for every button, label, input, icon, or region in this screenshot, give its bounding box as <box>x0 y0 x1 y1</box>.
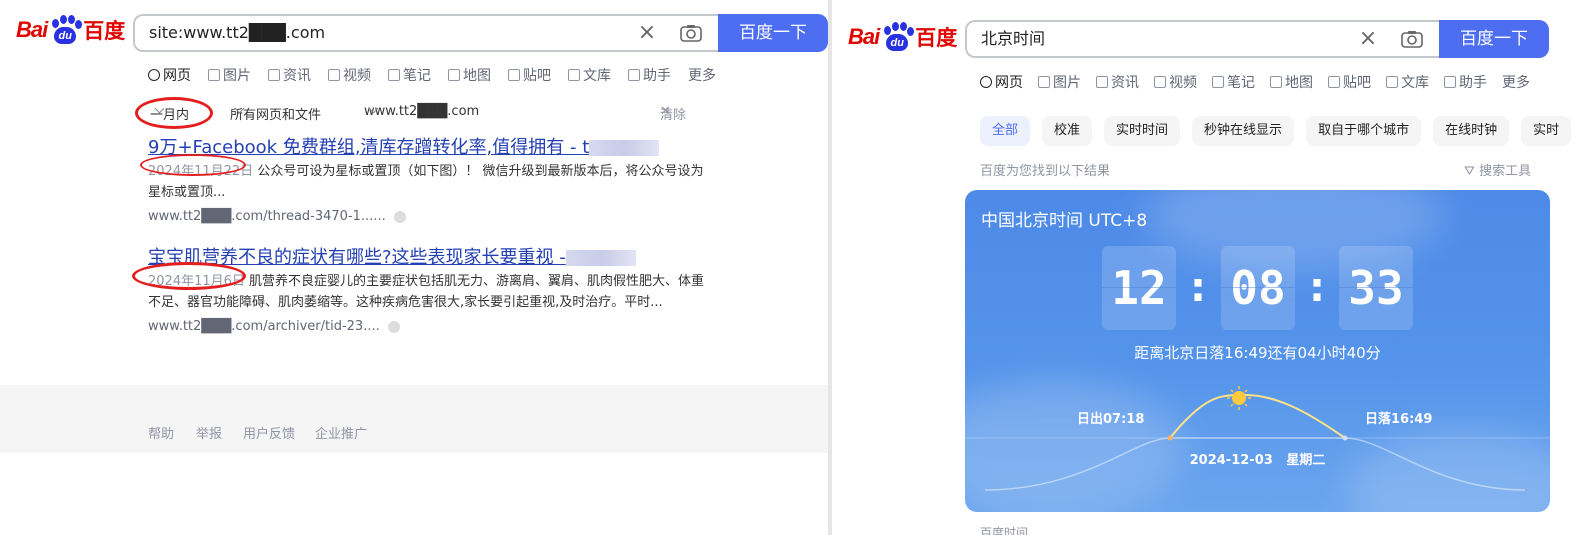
tab-assistant[interactable]: 助手 <box>1444 72 1487 92</box>
red-annotation-circle <box>135 97 213 129</box>
wenku-icon <box>568 69 580 81</box>
footer-business-link[interactable]: 企业推广 <box>315 423 367 442</box>
search-input[interactable]: 北京时间 <box>981 22 1045 56</box>
tab-images[interactable]: 图片 <box>208 65 251 85</box>
chip[interactable]: 实时 <box>1521 116 1572 146</box>
result-url[interactable]: www.tt2███.com/thread-3470-1...... <box>148 209 708 224</box>
camera-icon[interactable] <box>680 24 702 42</box>
sunset-label: 日落16:49 <box>1365 412 1433 427</box>
related-chips: 全部 校准 实时时间 秒钟在线显示 取自于哪个城市 在线时钟 实时 <box>980 116 1583 146</box>
chip[interactable]: 校准 <box>1042 116 1093 146</box>
site-filter[interactable]: www.tt2███.com <box>364 103 479 119</box>
tab-more[interactable]: 更多 <box>1502 72 1530 92</box>
notes-icon <box>388 69 400 81</box>
ai-icon <box>628 69 640 81</box>
notes-icon <box>1212 76 1224 88</box>
image-icon <box>208 69 220 81</box>
footer-feedback-link[interactable]: 用户反馈 <box>243 423 295 442</box>
search-icon <box>148 69 160 81</box>
tab-wenku[interactable]: 文库 <box>1386 72 1429 92</box>
search-box[interactable]: 北京时间 × <box>965 20 1439 58</box>
tab-notes[interactable]: 笔记 <box>1212 72 1255 92</box>
beijing-time-card: 中国北京时间 UTC+8 12 : 08 : 33 距离北京日落16:49还有0… <box>965 190 1550 512</box>
red-annotation-circle <box>140 154 246 176</box>
left-browser-pane: Bai du 百度 site:www.tt2███.com × 百度一下 网页 … <box>0 0 828 535</box>
baidu-logo[interactable]: Bai du 百度 <box>16 15 125 45</box>
tieba-icon <box>1328 76 1340 88</box>
type-filter[interactable]: 所有网页和文件 <box>230 103 321 123</box>
search-input[interactable]: site:www.tt2███.com <box>149 16 325 50</box>
chip[interactable]: 取自于哪个城市 <box>1306 116 1422 146</box>
result-url[interactable]: www.tt2███.com/archiver/tid-23.... <box>148 319 708 334</box>
tab-video[interactable]: 视频 <box>328 65 371 85</box>
chevron-down-icon[interactable] <box>387 320 400 333</box>
sun-icon <box>1227 386 1251 410</box>
tab-tieba[interactable]: 贴吧 <box>508 65 551 85</box>
card-source-label: 百度时间 <box>980 526 1029 535</box>
tab-web[interactable]: 网页 <box>980 72 1023 92</box>
video-icon <box>1154 76 1166 88</box>
footer-report-link[interactable]: 举报 <box>196 423 222 442</box>
sunrise-marker <box>1167 435 1173 441</box>
clear-icon[interactable]: × <box>636 22 658 44</box>
chip[interactable]: 在线时钟 <box>1433 116 1510 146</box>
chip[interactable]: 实时时间 <box>1104 116 1181 146</box>
search-tabs: 网页 图片 资讯 视频 笔记 地图 贴吧 文库 助手 更多 <box>148 65 733 85</box>
wenku-icon <box>1386 76 1398 88</box>
search-result: 9万+Facebook 免费群组,清库存蹭转化率,值得拥有 - t 2024年1… <box>148 133 708 224</box>
date-line: 2024-12-03 星期二 <box>1189 453 1326 468</box>
clear-icon[interactable]: × <box>1357 28 1379 50</box>
ai-icon <box>1444 76 1456 88</box>
tab-assistant[interactable]: 助手 <box>628 65 671 85</box>
tab-tieba[interactable]: 贴吧 <box>1328 72 1371 92</box>
search-icon <box>980 76 992 88</box>
tab-map[interactable]: 地图 <box>1270 72 1313 92</box>
camera-icon[interactable] <box>1401 30 1423 48</box>
search-tabs: 网页 图片 资讯 视频 笔记 地图 贴吧 文库 助手 更多 <box>980 72 1547 92</box>
baidu-paw-icon: du <box>880 22 915 52</box>
right-browser-pane: Bai du 百度 北京时间 × 百度一下 网页 图片 资讯 视频 笔记 地图 … <box>832 0 1587 535</box>
tab-wenku[interactable]: 文库 <box>568 65 611 85</box>
search-result: 宝宝肌营养不良的症状有哪些?这些表现家长要重视 - 2024年11月6日 肌营养… <box>148 243 708 334</box>
tab-news[interactable]: 资讯 <box>1096 72 1139 92</box>
sunset-marker <box>1342 435 1348 441</box>
search-button[interactable]: 百度一下 <box>1439 20 1549 58</box>
search-box[interactable]: site:www.tt2███.com × <box>133 14 718 52</box>
result-title-link[interactable]: 宝宝肌营养不良的症状有哪些?这些表现家长要重视 - <box>148 243 708 269</box>
baidu-logo[interactable]: Bai du 百度 <box>848 22 957 52</box>
sunrise-label: 日出07:18 <box>1077 412 1145 427</box>
map-icon <box>448 69 460 81</box>
tieba-icon <box>508 69 520 81</box>
tab-notes[interactable]: 笔记 <box>388 65 431 85</box>
result-title-link[interactable]: 9万+Facebook 免费群组,清库存蹭转化率,值得拥有 - t <box>148 133 708 159</box>
filter-icon: ⛛ <box>1464 164 1480 179</box>
tab-more[interactable]: 更多 <box>688 65 716 85</box>
results-count-text: 百度为您找到以下结果 <box>980 164 1111 179</box>
news-icon <box>268 69 280 81</box>
footer-help-link[interactable]: 帮助 <box>148 423 174 442</box>
chip[interactable]: 秒钟在线显示 <box>1192 116 1295 146</box>
red-annotation-circle <box>132 262 246 290</box>
chevron-down-icon[interactable] <box>393 210 406 223</box>
tab-images[interactable]: 图片 <box>1038 72 1081 92</box>
video-icon <box>328 69 340 81</box>
tab-web[interactable]: 网页 <box>148 65 191 85</box>
chip-all[interactable]: 全部 <box>980 116 1031 146</box>
page-footer: 帮助 举报 用户反馈 企业推广 <box>0 385 828 453</box>
news-icon <box>1096 76 1108 88</box>
search-tools-button[interactable]: ⛛ 搜索工具 <box>1464 160 1531 179</box>
map-icon <box>1270 76 1282 88</box>
tab-map[interactable]: 地图 <box>448 65 491 85</box>
image-icon <box>1038 76 1050 88</box>
search-button[interactable]: 百度一下 <box>718 14 828 52</box>
tab-video[interactable]: 视频 <box>1154 72 1197 92</box>
tab-news[interactable]: 资讯 <box>268 65 311 85</box>
baidu-paw-icon: du <box>48 15 83 45</box>
